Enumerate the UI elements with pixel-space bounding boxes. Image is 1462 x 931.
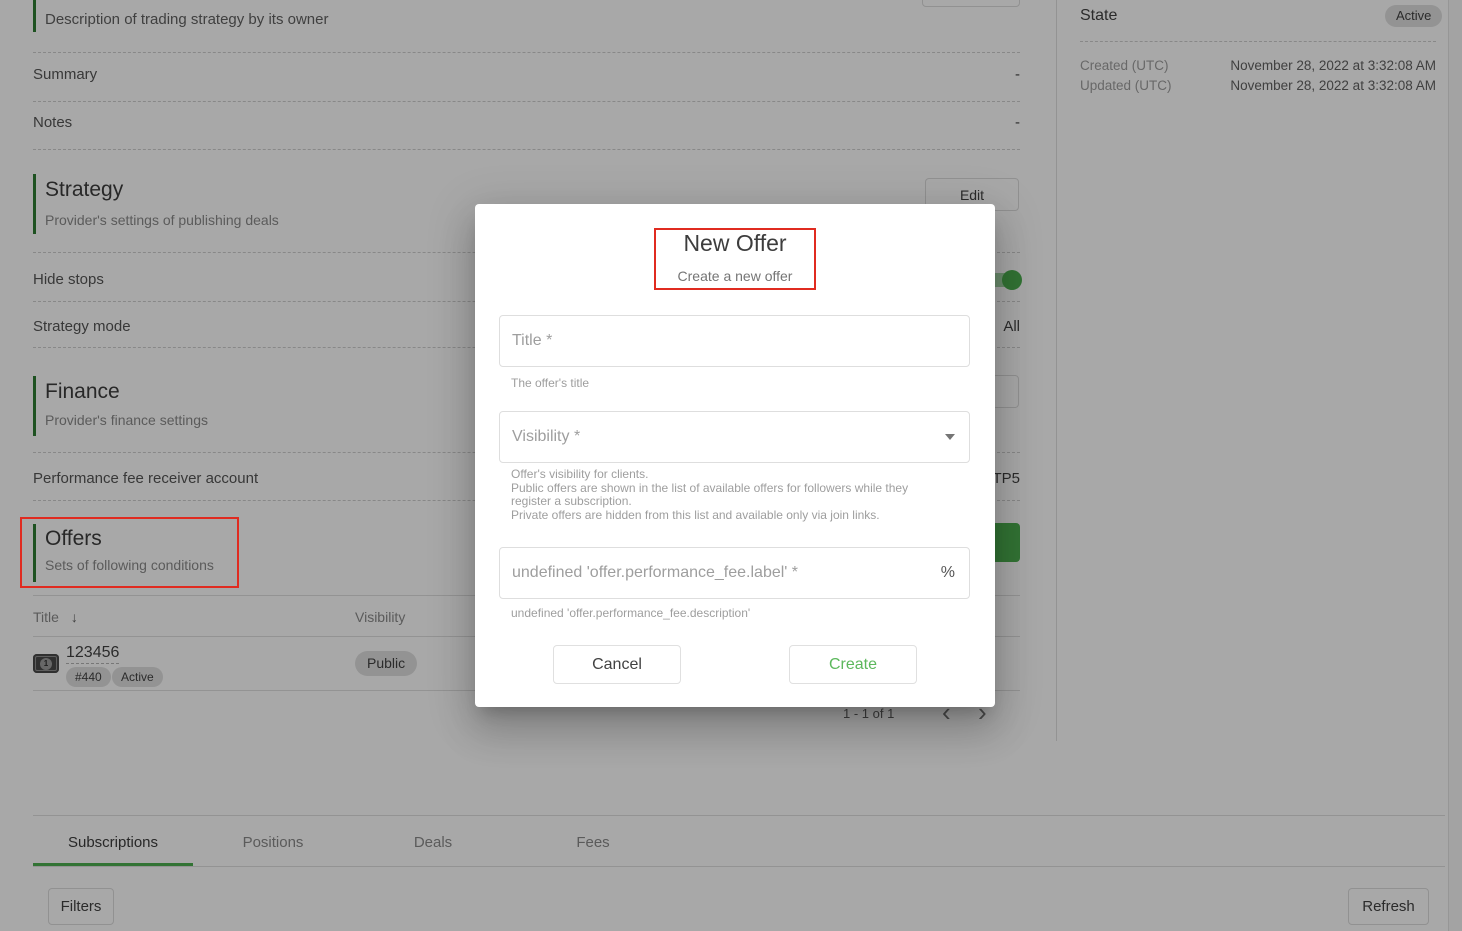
chevron-down-icon — [945, 434, 955, 440]
dialog-subtitle: Create a new offer — [475, 268, 995, 284]
performance-fee-input[interactable] — [500, 548, 969, 598]
new-offer-dialog: New Offer Create a new offer The offer's… — [475, 204, 995, 707]
performance-fee-field[interactable]: % — [499, 547, 970, 599]
dialog-title: New Offer — [475, 230, 995, 257]
offer-title-helper: The offer's title — [511, 377, 589, 391]
visibility-helper: Offer's visibility for clients. Public o… — [511, 468, 941, 522]
offer-title-input[interactable] — [500, 316, 969, 366]
strategy-detail-page: Description of trading strategy by its o… — [0, 0, 1462, 931]
create-button[interactable]: Create — [789, 645, 917, 684]
visibility-placeholder: Visibility * — [512, 428, 580, 446]
percent-suffix: % — [941, 564, 955, 582]
visibility-select[interactable]: Visibility * — [499, 411, 970, 463]
performance-fee-helper: undefined 'offer.performance_fee.descrip… — [511, 607, 750, 621]
offer-title-field[interactable] — [499, 315, 970, 367]
cancel-button[interactable]: Cancel — [553, 645, 681, 684]
